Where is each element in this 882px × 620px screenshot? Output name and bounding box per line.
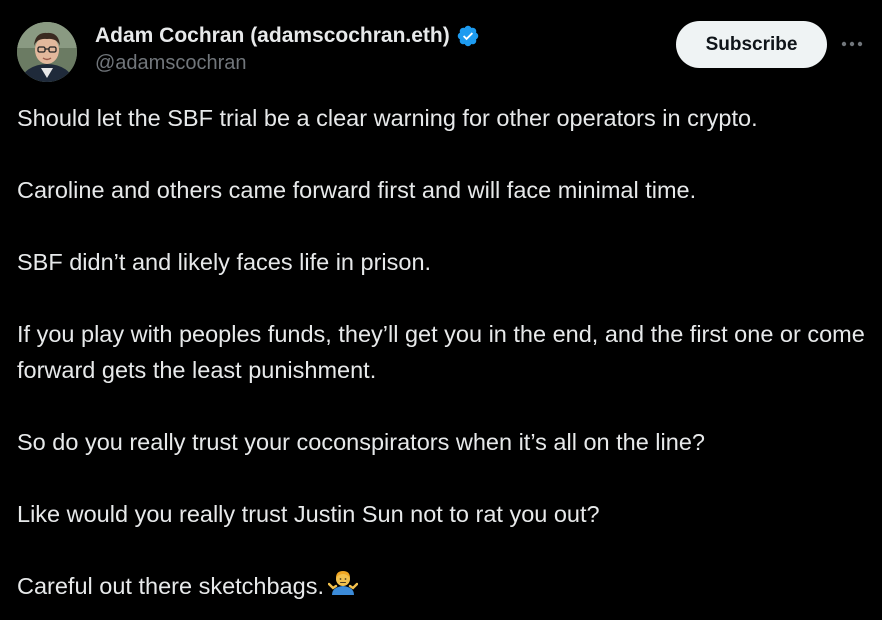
tweet-paragraph: So do you really trust your coconspirato… [17, 429, 705, 455]
tweet-paragraph-last: Careful out there sketchbags. [17, 568, 873, 604]
tweet-text: Should let the SBF trial be a clear warn… [17, 100, 873, 604]
author-info: Adam Cochran (adamscochran.eth) @adamsco… [95, 22, 480, 75]
man-shrugging-emoji [327, 568, 359, 598]
author-handle[interactable]: @adamscochran [95, 52, 480, 75]
avatar[interactable] [17, 22, 77, 82]
subscribe-button[interactable]: Subscribe [676, 21, 827, 68]
tweet-paragraph-text: Careful out there sketchbags. [17, 573, 324, 599]
tweet-header: Adam Cochran (adamscochran.eth) @adamsco… [17, 20, 865, 82]
tweet-paragraph: If you play with peoples funds, they’ll … [17, 321, 865, 383]
verified-badge-icon[interactable] [456, 24, 480, 48]
tweet-paragraph: Should let the SBF trial be a clear warn… [17, 105, 758, 131]
tweet-paragraph: Like would you really trust Justin Sun n… [17, 501, 600, 527]
more-options-icon[interactable] [839, 34, 865, 54]
author-display-name[interactable]: Adam Cochran (adamscochran.eth) [95, 24, 450, 48]
tweet-paragraph: SBF didn’t and likely faces life in pris… [17, 249, 432, 275]
tweet-paragraph: Caroline and others came forward first a… [17, 177, 697, 203]
